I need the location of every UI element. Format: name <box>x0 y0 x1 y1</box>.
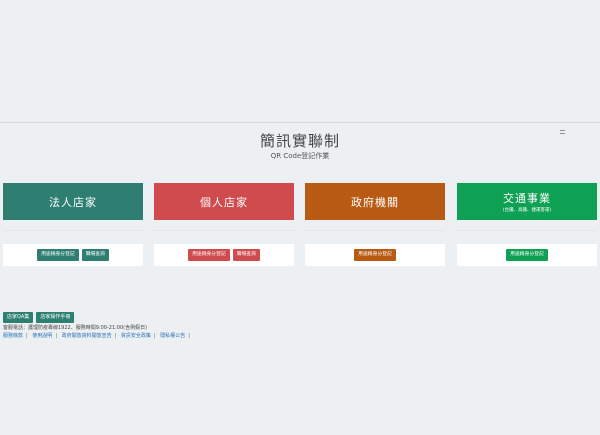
card-subtitle: (台鐵、高鐵、捷運客運) <box>502 208 552 213</box>
card-divider <box>154 230 294 231</box>
card-title: 個人店家 <box>200 195 248 209</box>
menu-icon[interactable] <box>560 130 565 134</box>
separator: | <box>114 333 117 339</box>
card-actions-panel: 用途稱身分登記 職場查詢 <box>3 244 143 266</box>
register-button[interactable]: 用途稱身分登記 <box>188 249 230 261</box>
footer-links: 服務條款 | 使用說明 | 政府開放資料開放宣告 | 資訊安全政策 | 隱私權公告 | <box>3 332 193 339</box>
separator: | <box>153 333 156 339</box>
card-title: 政府機關 <box>351 195 399 209</box>
card-divider <box>3 230 143 231</box>
separator: | <box>26 333 28 339</box>
separator: | <box>55 333 57 339</box>
contact-info: 客服電話：護理防疫專線1922、服務時間9:00-21:00(含例假日) <box>3 325 148 331</box>
top-blank-area <box>0 0 600 122</box>
store-qa-button[interactable]: 店家QA集 <box>3 312 34 323</box>
register-button[interactable]: 用途稱身分登記 <box>506 249 548 261</box>
card-government[interactable]: 政府機關 <box>305 183 445 220</box>
register-button[interactable]: 用途稱身分登記 <box>37 249 79 261</box>
card-legal-store[interactable]: 法人店家 <box>3 183 143 220</box>
card-divider <box>305 230 445 231</box>
terms-link[interactable]: 服務條款 <box>3 333 23 339</box>
card-title: 法人店家 <box>49 195 97 209</box>
card-divider <box>457 230 597 231</box>
open-data-link[interactable]: 政府開放資料開放宣告 <box>62 333 112 339</box>
store-manual-button[interactable]: 店家操作手冊 <box>36 312 75 323</box>
register-button[interactable]: 用途稱身分登記 <box>354 249 396 261</box>
query-button[interactable]: 職場查詢 <box>232 249 260 261</box>
separator: | <box>188 333 190 339</box>
card-title: 交通事業 <box>503 192 551 205</box>
page-subtitle: QR Code登記作業 <box>270 152 330 160</box>
card-personal-store[interactable]: 個人店家 <box>154 183 294 220</box>
query-button[interactable]: 職場查詢 <box>81 249 109 261</box>
page-title: 簡訊實聯制 <box>259 132 340 150</box>
bottom-button-group: 店家QA集 店家操作手冊 <box>3 312 75 323</box>
privacy-link[interactable]: 隱私權公告 <box>160 333 185 339</box>
main-content <box>0 123 600 435</box>
card-actions-panel: 用途稱身分登記 <box>305 244 445 266</box>
security-policy-link[interactable]: 資訊安全政策 <box>121 333 151 339</box>
card-actions-panel: 用途稱身分登記 職場查詢 <box>154 244 294 266</box>
card-actions-panel: 用途稱身分登記 <box>457 244 597 266</box>
card-transport[interactable]: 交通事業 (台鐵、高鐵、捷運客運) <box>457 183 597 220</box>
usage-link[interactable]: 使用說明 <box>32 333 52 339</box>
